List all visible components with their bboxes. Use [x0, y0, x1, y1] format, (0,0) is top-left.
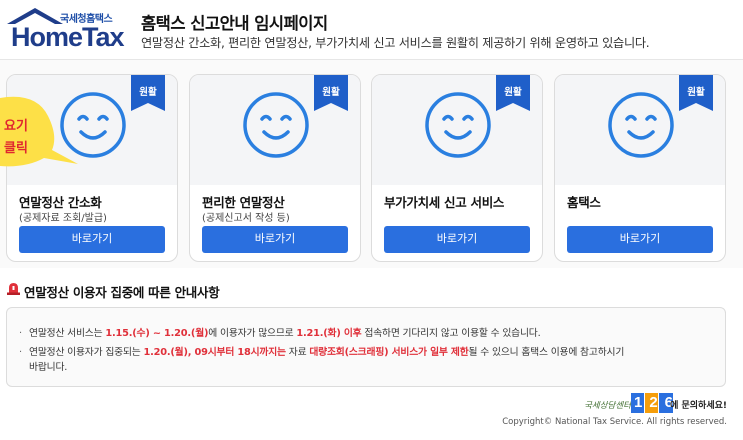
copyright: Copyright© National Tax Service. All rig…	[502, 417, 727, 427]
smile-face-icon	[243, 92, 309, 158]
go-button-vat-filing[interactable]: 바로가기	[384, 226, 530, 253]
service-card-hometax: 원활 홈택스 바로가기	[554, 74, 726, 262]
hometax-logo[interactable]: 국세청홈택스 HomeTax	[5, 6, 127, 52]
notice-line-1: · 연말정산 서비스는 1.15.(수) ~ 1.20.(월)에 이용자가 많으므…	[19, 328, 541, 339]
card-subtitle: (공제자료 조회/발급)	[19, 213, 107, 224]
card-subtitle: (공제신고서 작성 등)	[202, 213, 290, 224]
notice-line-3: 바랍니다.	[29, 362, 68, 373]
notice-box: · 연말정산 서비스는 1.15.(수) ~ 1.20.(월)에 이용자가 많으므…	[6, 307, 726, 387]
page-subtitle: 연말정산 간소화, 편리한 연말정산, 부가가치세 신고 서비스를 원활히 제공…	[141, 36, 650, 50]
call-center-label: 국세상담센터	[584, 401, 631, 411]
card-title: 부가가치세 신고 서비스	[384, 195, 505, 210]
smile-face-icon	[425, 92, 491, 158]
service-card-vat-filing: 원활 부가가치세 신고 서비스 바로가기	[371, 74, 543, 262]
status-badge: 원활	[504, 87, 522, 98]
go-button-year-end-simple[interactable]: 바로가기	[19, 226, 165, 253]
click-here-label: 요기 클릭	[4, 119, 28, 156]
notice-line-2: · 연말정산 이용자가 집중되는 1.20.(월), 09시부터 18시까지는 자…	[19, 347, 625, 358]
card-title: 홈택스	[567, 195, 601, 210]
status-badge: 원활	[687, 87, 705, 98]
bullet-icon: ·	[19, 347, 22, 358]
siren-icon	[7, 283, 20, 295]
status-badge: 원활	[139, 87, 157, 98]
page-title: 홈택스 신고안내 임시페이지	[141, 14, 328, 33]
service-card-convenient-year-end: 원활 편리한 연말정산 (공제신고서 작성 등) 바로가기	[189, 74, 361, 262]
page-header: 국세청홈택스 HomeTax 홈택스 신고안내 임시페이지 연말정산 간소화, …	[0, 0, 743, 60]
go-button-convenient-year-end[interactable]: 바로가기	[202, 226, 348, 253]
bullet-icon: ·	[19, 328, 22, 339]
contact-text: 에 문의하세요!	[670, 401, 727, 411]
smile-face-icon	[608, 92, 674, 158]
notice-title: 연말정산 이용자 집중에 따른 안내사항	[24, 285, 220, 300]
go-button-hometax[interactable]: 바로가기	[567, 226, 713, 253]
logo-wordmark: HomeTax	[11, 22, 125, 52]
call-center-number: 126	[631, 393, 673, 413]
status-badge: 원활	[322, 87, 340, 98]
